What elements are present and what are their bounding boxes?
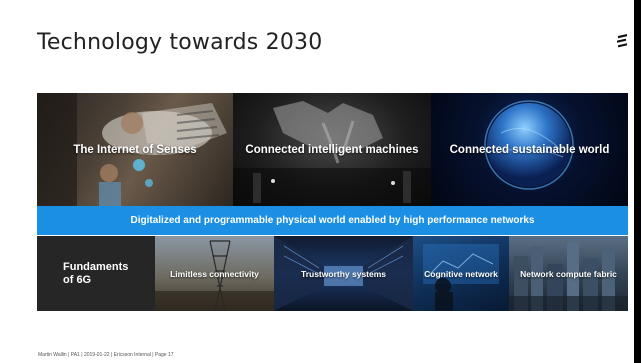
panel-label: Limitless connectivity xyxy=(170,268,259,279)
panel-label: The Internet of Senses xyxy=(73,143,197,156)
panel-label: Trustworthy systems xyxy=(300,268,387,279)
panel-connected-sustainable-world: Connected sustainable world xyxy=(431,93,628,206)
panel-network-compute-fabric: Network compute fabric xyxy=(509,236,628,311)
panel-label: Cognitive network xyxy=(424,268,498,279)
fundaments-label: Fundaments of 6G xyxy=(63,261,128,286)
panel-label: Network compute fabric xyxy=(520,268,617,279)
panel-label: Connected intelligent machines xyxy=(245,143,419,156)
panel-label: Connected sustainable world xyxy=(449,143,610,156)
fundaments-line-2: of 6G xyxy=(63,273,92,286)
fundaments-line-1: Fundaments xyxy=(63,260,129,273)
panel-internet-of-senses: The Internet of Senses xyxy=(37,93,233,206)
ericsson-logo-icon xyxy=(616,33,628,49)
slide-title: Technology towards 2030 xyxy=(37,30,323,55)
slide: Technology towards 2030 The Internet of … xyxy=(0,0,634,363)
vision-banner: Digitalized and programmable physical wo… xyxy=(37,206,628,235)
panel-fundaments-of-6g: Fundaments of 6G xyxy=(37,236,155,311)
panel-connected-intelligent-machines: Connected intelligent machines xyxy=(233,93,431,206)
panel-cognitive-network: Cognitive network xyxy=(413,236,509,311)
panel-limitless-connectivity: Limitless connectivity xyxy=(155,236,274,311)
slide-footer: Martin Wallin | PA1 | 2019-01-22 | Erics… xyxy=(38,352,174,358)
panel-trustworthy-systems: Trustworthy systems xyxy=(274,236,413,311)
